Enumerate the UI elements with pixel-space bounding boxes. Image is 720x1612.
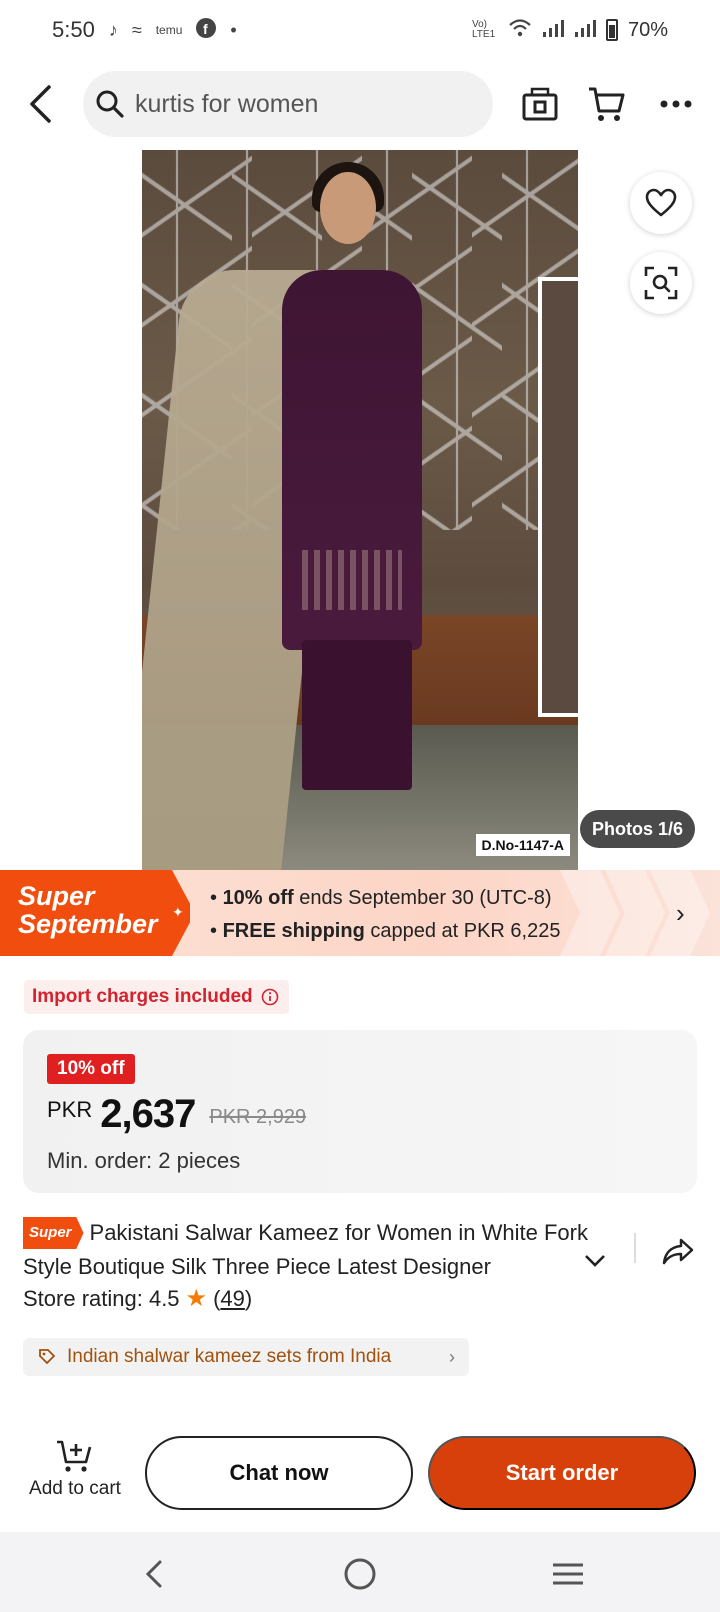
sparkle-icon: ✦ [172, 904, 184, 920]
next-image-peek [538, 277, 578, 717]
more-notifications-icon: • [230, 19, 237, 40]
system-back-icon [145, 1560, 162, 1588]
more-button[interactable] [654, 82, 698, 126]
add-to-cart-label: Add to cart [29, 1478, 121, 1499]
chat-now-button[interactable]: Chat now [145, 1436, 413, 1510]
star-icon: ★ [185, 1285, 208, 1312]
model-face [320, 172, 376, 244]
start-order-button[interactable]: Start order [428, 1436, 696, 1510]
chevron-down-icon [585, 1255, 605, 1267]
share-button[interactable] [655, 1228, 701, 1274]
price-currency: PKR [47, 1097, 93, 1122]
wifi-icon [508, 18, 532, 43]
photos-counter-badge[interactable]: Photos 1/6 [580, 810, 696, 848]
lens-search-icon [644, 266, 678, 300]
signal-2-icon [574, 18, 596, 43]
search-icon [96, 90, 124, 118]
back-arrow-icon [30, 85, 51, 123]
category-label: Indian shalwar kameez sets from India [67, 1346, 392, 1367]
facebook-icon: f [196, 17, 217, 43]
import-charges-notice[interactable]: Import charges included [24, 980, 289, 1014]
promo-banner[interactable]: Super September ✦ • 10% off ends Septemb… [0, 870, 720, 956]
price-card: 10% off PKR 2,637 PKR 2,929 Min. order: … [23, 1030, 697, 1193]
search-input[interactable]: kurtis for women [83, 71, 493, 137]
search-query: kurtis for women [135, 89, 319, 118]
system-back-button[interactable] [134, 1554, 174, 1594]
system-menu-icon [553, 1563, 583, 1585]
volte-icon: Vo) LTE1 [471, 19, 496, 40]
share-icon [662, 1238, 694, 1265]
search-header: kurtis for women [0, 68, 720, 140]
add-to-cart-button[interactable]: Add to cart [20, 1438, 130, 1500]
expand-title-button[interactable] [584, 1254, 606, 1273]
promo-discount: 10% off [222, 887, 294, 909]
original-price: PKR 2,929 [209, 1106, 307, 1128]
trouser-shape [302, 640, 412, 790]
rating-paren-close: ) [244, 1285, 253, 1311]
promo-tag-line1: Super [18, 881, 95, 911]
visual-search-button[interactable] [630, 252, 692, 314]
promo-shipping: FREE shipping [222, 920, 365, 942]
battery-icon [605, 19, 618, 41]
cart-button[interactable] [585, 82, 629, 126]
shop-tag-icon [39, 1349, 56, 1365]
chevron-decor [560, 870, 620, 956]
kurta-shape [282, 270, 422, 650]
signal-1-icon [542, 18, 564, 43]
product-title-text: Pakistani Salwar Kameez for Women in Whi… [23, 1220, 588, 1279]
super-september-tag: Super September ✦ [0, 870, 190, 956]
promo-discount-detail: ends September 30 (UTC-8) [293, 887, 552, 909]
super-badge: Super [23, 1217, 84, 1249]
price-row: PKR 2,637 PKR 2,929 [47, 1092, 306, 1137]
battery-level: 70% [627, 18, 668, 41]
more-dots-icon [660, 100, 692, 108]
svg-text:f: f [203, 21, 208, 37]
price-amount: 2,637 [100, 1092, 196, 1136]
status-bar: 5:50 ♪ ≈ temu f • Vo) LTE1 70% [0, 0, 720, 60]
min-order: Min. order: 2 pieces [47, 1148, 241, 1173]
camera-icon [522, 87, 558, 121]
info-icon [261, 988, 278, 1006]
category-link[interactable]: Indian shalwar kameez sets from India › [23, 1338, 469, 1376]
heart-icon [645, 188, 677, 217]
discount-badge: 10% off [47, 1054, 135, 1084]
chevron-right-icon: › [676, 898, 685, 928]
status-time: 5:50 [52, 17, 95, 42]
app-notification-icon: ≈ [131, 19, 142, 40]
add-cart-icon [57, 1440, 92, 1472]
bottom-action-bar: Add to cart Chat now Start order [0, 1418, 720, 1530]
promo-tag-line2: September [18, 909, 158, 939]
divider [634, 1233, 636, 1263]
product-image[interactable]: D.No-1147-A [142, 150, 578, 870]
system-home-button[interactable] [340, 1554, 380, 1594]
image-search-button[interactable] [518, 82, 562, 126]
design-number-label: D.No-1147-A [475, 834, 570, 856]
product-title[interactable]: Super Pakistani Salwar Kameez for Women i… [23, 1217, 613, 1282]
tiktok-icon: ♪ [108, 19, 118, 40]
chevron-right-icon: › [449, 1346, 455, 1367]
favorite-button[interactable] [630, 172, 692, 234]
rating-count[interactable]: 49 [220, 1286, 244, 1311]
system-recents-button[interactable] [548, 1554, 588, 1594]
import-charges-label: Import charges included [32, 986, 253, 1007]
cart-icon [589, 87, 625, 121]
store-rating[interactable]: Store rating: 4.5 ★ (49) [23, 1284, 252, 1313]
system-navigation-bar [0, 1532, 720, 1612]
promo-shipping-detail: capped at PKR 6,225 [364, 920, 561, 942]
store-rating-label: Store rating: 4.5 [23, 1285, 180, 1311]
back-button[interactable] [18, 80, 62, 128]
temu-icon: temu [155, 23, 183, 37]
system-home-icon [344, 1558, 376, 1590]
promo-details: • 10% off ends September 30 (UTC-8) • FR… [210, 887, 561, 942]
